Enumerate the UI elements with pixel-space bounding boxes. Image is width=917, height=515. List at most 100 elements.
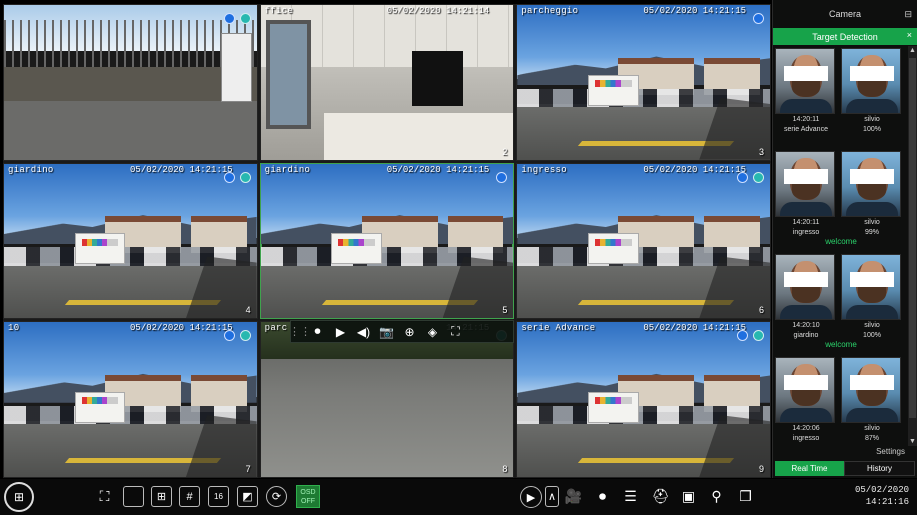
record-status-icon[interactable]: ⏺: [592, 486, 613, 507]
camera-feed: [260, 163, 514, 319]
face-meta-line2: ingresso: [792, 229, 820, 236]
camera-tile[interactable]: 10 05/02/2020 14:21:15 7: [3, 321, 258, 478]
channel-number: 2: [502, 146, 508, 157]
camera-name: parc: [264, 323, 288, 334]
record-indicator-icon: [223, 171, 235, 183]
camera-tile[interactable]: serie Advance 05/02/2020 14:21:15 9: [516, 321, 771, 478]
matched-face[interactable]: silvio 100%: [841, 254, 903, 340]
camera-timestamp: 05/02/2020 14:21:15: [130, 164, 233, 175]
scrollbar-thumb[interactable]: [909, 58, 916, 418]
snapshot-face[interactable]: 14:20:11 serie Advance: [775, 48, 837, 134]
welcome-message: welcome: [825, 237, 857, 246]
target-detection-tab[interactable]: Target Detection ×: [773, 28, 917, 45]
target-detection-label: Target Detection: [812, 31, 878, 42]
start-menu-button[interactable]: ⊞: [4, 482, 34, 512]
snapshot-icon[interactable]: 📷: [377, 323, 396, 340]
face-meta-line2: ingresso: [792, 435, 820, 442]
face-meta-line1: silvio: [864, 425, 880, 432]
tab-history[interactable]: History: [844, 461, 915, 476]
face-meta-line1: silvio: [864, 116, 880, 123]
tab-real-time[interactable]: Real Time: [775, 461, 844, 476]
settings-link[interactable]: Settings: [876, 447, 905, 456]
motion-indicator-icon: [239, 330, 251, 342]
face-list-scrollbar[interactable]: ▲ ▼: [908, 46, 917, 446]
matched-face[interactable]: silvio 100%: [841, 48, 903, 134]
layout-9-icon[interactable]: #: [179, 486, 200, 507]
face-image: [841, 48, 901, 114]
play-icon[interactable]: ▶: [331, 323, 350, 340]
event-list-icon[interactable]: ☰: [620, 486, 641, 507]
tile-toolbar: ⋮⋮ ⏺ ▶ ◀) 📷 ⊕ ◈ ⛶: [289, 320, 514, 343]
face-image: [775, 151, 835, 217]
disk-info-icon[interactable]: ▣: [678, 486, 699, 507]
ptz-camera-icon[interactable]: 🎥: [563, 486, 584, 507]
matched-face[interactable]: silvio 99%: [841, 151, 903, 237]
matched-face[interactable]: silvio 87%: [841, 357, 903, 443]
face-pair: 14:20:11 ingresso silvio 99%: [775, 151, 907, 237]
multi-screen-icon[interactable]: ❐: [735, 486, 756, 507]
face-meta-line2: 87%: [864, 435, 879, 442]
camera-tile[interactable]: ffice 05/02/2020 14:21:14 2: [259, 4, 515, 161]
scroll-down-icon[interactable]: ▼: [908, 437, 917, 446]
face-meta-line2: 99%: [864, 229, 879, 236]
face-meta-line1: 14:20:11: [792, 116, 820, 123]
camera-name: parcheggio: [521, 6, 579, 16]
record-indicator-icon: [753, 13, 764, 24]
face-match-entry[interactable]: 14:20:06 ingresso silvio 87%: [773, 355, 909, 446]
record-indicator-icon: [223, 330, 235, 342]
record-icon[interactable]: ⏺: [308, 323, 327, 340]
playback-icon[interactable]: ▶: [520, 486, 542, 508]
network-icon[interactable]: ⚲: [706, 486, 727, 507]
camera-tile[interactable]: parc14:21:158: [259, 321, 515, 478]
face-match-entry[interactable]: 14:20:11 serie Advance silvio 100%: [773, 46, 909, 149]
layout-1x1-icon[interactable]: ⛶: [94, 486, 115, 507]
osd-toggle-button[interactable]: OSD OFF: [296, 485, 320, 508]
panel-collapse-icon[interactable]: ⊟: [904, 9, 912, 20]
drag-handle-icon[interactable]: ⋮⋮: [289, 323, 311, 340]
face-image: [841, 254, 901, 320]
channel-number: 6: [758, 305, 764, 316]
audio-icon[interactable]: ◀): [354, 323, 373, 340]
layout-16-icon[interactable]: 16: [208, 486, 229, 507]
face-meta-line1: silvio: [864, 322, 880, 329]
camera-tile[interactable]: ingresso 05/02/2020 14:21:15 6: [516, 162, 771, 320]
layout-custom-icon[interactable]: ◩: [237, 486, 258, 507]
face-match-entry[interactable]: 14:20:10 giardino silvio 100% welcome: [773, 252, 909, 355]
record-indicator-icon: [223, 13, 235, 24]
expand-up-icon[interactable]: ∧: [545, 486, 559, 507]
motion-indicator-icon: [753, 171, 764, 183]
face-meta-line1: silvio: [864, 219, 880, 226]
face-image: [775, 254, 835, 320]
snapshot-face[interactable]: 14:20:11 ingresso: [775, 151, 837, 237]
zoom-icon[interactable]: ⊕: [400, 323, 419, 340]
snapshot-face[interactable]: 14:20:10 giardino: [775, 254, 837, 340]
3d-icon[interactable]: ◈: [423, 323, 442, 340]
camera-grid: ffice 05/02/2020 14:21:14 2 parcheggio 05/02…: [3, 4, 771, 478]
scroll-up-icon[interactable]: ▲: [908, 46, 917, 55]
camera-tile[interactable]: parcheggio 05/02/2020 14:21:15 3: [516, 4, 771, 161]
face-meta-line1: 14:20:11: [792, 219, 820, 226]
face-match-entry[interactable]: 14:20:11 ingresso silvio 99% welcome: [773, 149, 909, 252]
face-meta-line2: 100%: [863, 126, 881, 133]
snapshot-face[interactable]: 14:20:06 ingresso: [775, 357, 837, 443]
layout-4-icon[interactable]: ⊞: [151, 486, 172, 507]
channel-number: 4: [245, 305, 251, 316]
camera-tile[interactable]: giardino 05/02/2020 14:21:15 5: [259, 162, 515, 320]
face-image: [775, 357, 835, 423]
fullscreen-icon[interactable]: ⛶: [446, 323, 465, 340]
layout-single-icon[interactable]: [123, 486, 144, 507]
camera-feed: [4, 163, 257, 319]
sequence-icon[interactable]: ⟳: [266, 486, 287, 507]
osd-label: OSD: [300, 489, 316, 496]
motion-indicator-icon: [239, 171, 251, 183]
channel-number: 9: [758, 464, 764, 474]
close-icon[interactable]: ×: [907, 30, 912, 40]
camera-tile[interactable]: giardino 05/02/2020 14:21:15 4: [3, 162, 258, 320]
camera-timestamp: 05/02/2020 14:21:15: [130, 323, 233, 334]
system-clock: 05/02/2020 14:21:16: [855, 484, 909, 508]
alarm-icon[interactable]: ⛑: [650, 486, 671, 507]
camera-feed: [4, 322, 257, 477]
camera-tile[interactable]: [3, 4, 258, 161]
start-menu-icon: ⊞: [13, 490, 25, 504]
camera-name: serie Advance: [521, 323, 596, 334]
